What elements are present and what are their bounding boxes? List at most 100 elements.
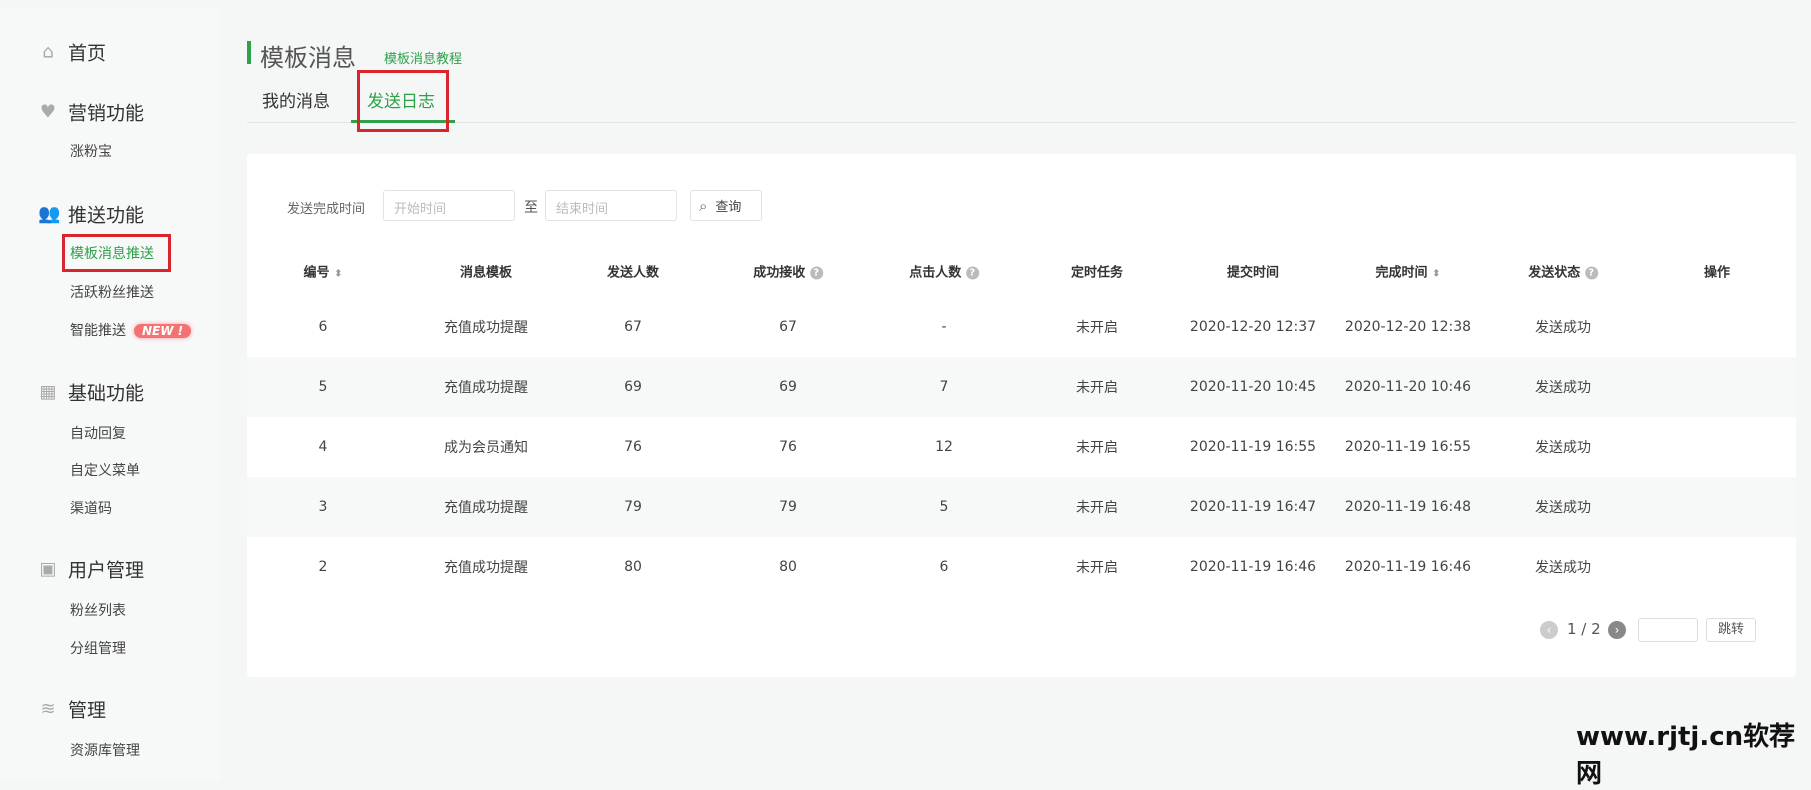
page-jump-input[interactable] — [1638, 618, 1698, 642]
help-icon[interactable]: ? — [965, 266, 979, 280]
end-time-input[interactable]: 结束时间 — [545, 190, 677, 221]
table-cell: 充值成功提醒 — [444, 500, 528, 516]
table-row: 2 充值成功提醒 80 80 6 未开启 2020-11-19 16:46 2020-11-1… — [247, 537, 1796, 597]
sidebar-group-basic: ▦ 基础功能 — [39, 381, 145, 405]
table-cell: - — [941, 319, 947, 335]
table-cell: 80 — [779, 559, 797, 575]
table-cell: 发送成功 — [1535, 380, 1591, 396]
help-icon[interactable]: ? — [1584, 266, 1598, 280]
table-cell: 2020-11-20 10:46 — [1344, 379, 1472, 395]
sidebar-item-fans-list[interactable]: 粉丝列表 — [70, 600, 126, 620]
highlight-box — [357, 70, 449, 132]
table-cell: 2 — [318, 559, 328, 575]
sidebar-item-smart-push[interactable]: 智能推送 NEW ! — [70, 320, 192, 340]
col-received: 成功接收 ? — [753, 262, 823, 281]
sidebar: ⌂ 首页 ♥ 营销功能 涨粉宝 👥 推送功能 模板消息推送 活跃粉丝推送 智能推送 NE… — [0, 8, 220, 780]
tutorial-link[interactable]: 模板消息教程 — [384, 48, 462, 67]
table-cell: 充值成功提醒 — [444, 380, 528, 396]
sidebar-item-active-fans-push[interactable]: 活跃粉丝推送 — [70, 282, 154, 302]
col-clicks: 点击人数 ? — [909, 262, 979, 281]
table-cell: 充值成功提醒 — [444, 320, 528, 336]
col-template: 消息模板 — [459, 265, 513, 281]
table-cell: 发送成功 — [1535, 500, 1591, 516]
col-submit-time: 提交时间 — [1226, 265, 1280, 281]
jump-button[interactable]: 跳转 — [1706, 618, 1756, 642]
new-badge: NEW ! — [134, 324, 192, 338]
sort-icon: ⬍ — [334, 268, 343, 280]
search-icon: ⌕ — [699, 196, 708, 215]
sidebar-group-marketing: ♥ 营销功能 — [39, 101, 145, 125]
sidebar-item-auto-reply[interactable]: 自动回复 — [70, 423, 126, 443]
table-cell: 未开启 — [1076, 560, 1118, 576]
table-cell: 69 — [779, 379, 797, 395]
user-card-icon: ▣ — [39, 558, 57, 579]
col-id[interactable]: 编号 ⬍ — [304, 262, 343, 281]
table-cell: 76 — [624, 439, 642, 455]
table-cell: 67 — [779, 319, 797, 335]
col-finish-time[interactable]: 完成时间 ⬍ — [1376, 262, 1441, 281]
table-cell: 充值成功提醒 — [444, 560, 528, 576]
table-cell: 67 — [624, 319, 642, 335]
table-cell: 7 — [939, 379, 949, 395]
table-cell: 成为会员通知 — [444, 440, 528, 456]
heart-plus-icon: ♥ — [39, 101, 57, 122]
table-cell: 76 — [779, 439, 797, 455]
table-row: 6 充值成功提醒 67 67 - 未开启 2020-12-20 12:37 2020-12-2… — [247, 297, 1796, 357]
table-cell: 4 — [318, 439, 328, 455]
table-cell: 未开启 — [1076, 380, 1118, 396]
title-bar-accent — [247, 41, 251, 64]
table-cell: 6 — [939, 559, 949, 575]
sidebar-item-group-manage[interactable]: 分组管理 — [70, 638, 126, 658]
table-cell: 79 — [779, 499, 797, 515]
prev-page-icon[interactable]: ‹ — [1540, 621, 1558, 639]
query-button[interactable]: ⌕ 查询 — [690, 190, 762, 221]
table-cell: 发送成功 — [1535, 560, 1591, 576]
table-cell: 2020-11-19 16:55 — [1189, 439, 1317, 455]
table-row: 3 充值成功提醒 79 79 5 未开启 2020-11-19 16:47 2020-11-1… — [247, 477, 1796, 537]
table-cell: 未开启 — [1076, 500, 1118, 516]
table-cell: 6 — [318, 319, 328, 335]
table-cell: 2020-11-19 16:55 — [1344, 439, 1472, 455]
page-indicator: 1 / 2 — [1567, 620, 1601, 638]
table-cell: 69 — [624, 379, 642, 395]
col-actions: 操作 — [1703, 265, 1731, 281]
table-cell: 未开启 — [1076, 320, 1118, 336]
home-icon: ⌂ — [42, 41, 54, 62]
table-cell: 5 — [939, 499, 949, 515]
sidebar-item-custom-menu[interactable]: 自定义菜单 — [70, 460, 140, 480]
sidebar-group-users: ▣ 用户管理 — [39, 558, 145, 582]
table-row: 4 成为会员通知 76 76 12 未开启 2020-11-19 16:55 2020-11-… — [247, 417, 1796, 477]
tab-my-messages[interactable]: 我的消息 — [262, 87, 330, 112]
table-cell: 2020-12-20 12:37 — [1189, 319, 1317, 335]
table-cell: 12 — [935, 439, 953, 455]
filter-label: 发送完成时间 — [287, 202, 366, 217]
start-time-input[interactable]: 开始时间 — [383, 190, 515, 221]
table-cell: 发送成功 — [1535, 440, 1591, 456]
help-icon[interactable]: ? — [809, 266, 823, 280]
table-cell: 发送成功 — [1535, 320, 1591, 336]
highlight-box — [62, 234, 171, 272]
next-page-icon[interactable]: › — [1608, 621, 1626, 639]
table-cell: 80 — [624, 559, 642, 575]
table-cell: 2020-11-19 16:48 — [1344, 499, 1472, 515]
sidebar-item-home[interactable]: ⌂ 首页 — [38, 39, 106, 66]
table-row: 5 充值成功提醒 69 69 7 未开启 2020-11-20 10:45 2020-11-2… — [247, 357, 1796, 417]
table-cell: 2020-11-19 16:46 — [1344, 559, 1472, 575]
sidebar-group-manage: ≋ 管理 — [38, 696, 106, 723]
col-scheduled: 定时任务 — [1070, 265, 1124, 281]
sidebar-item-resource-library[interactable]: 资源库管理 — [70, 740, 140, 760]
table-cell: 2020-12-20 12:38 — [1344, 319, 1472, 335]
sidebar-item-zhangfenbao[interactable]: 涨粉宝 — [70, 141, 112, 161]
users-icon: 👥 — [38, 203, 61, 224]
range-separator: 至 — [524, 200, 538, 216]
table-cell: 未开启 — [1076, 440, 1118, 456]
table-cell: 3 — [318, 499, 328, 515]
table-cell: 2020-11-19 16:47 — [1189, 499, 1317, 515]
grid-icon: ▦ — [39, 381, 57, 402]
col-sent-count: 发送人数 — [606, 265, 660, 281]
table-cell: 2020-11-20 10:45 — [1189, 379, 1317, 395]
table-cell: 2020-11-19 16:46 — [1189, 559, 1317, 575]
tabs-divider — [247, 122, 1796, 123]
sidebar-item-channel-code[interactable]: 渠道码 — [70, 498, 112, 518]
watermark: www.rjtj.cn软荐网 — [1576, 722, 1796, 789]
